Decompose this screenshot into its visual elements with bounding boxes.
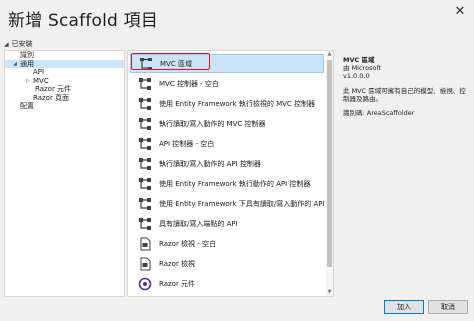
tree-item-label: Razor 元件 xyxy=(35,85,72,93)
controller-icon xyxy=(139,77,151,90)
tree-item-api[interactable]: API xyxy=(5,68,124,77)
template-item[interactable]: 執行讀取/寫入動作的 MVC 控制器 xyxy=(130,114,324,133)
tree-item-label: 配置 xyxy=(20,102,34,110)
template-label: 執行讀取/寫入動作的 API 控制器 xyxy=(159,159,261,168)
razor-view-icon xyxy=(140,237,151,250)
tree-item-label: API xyxy=(33,68,45,76)
template-item[interactable]: 具有讀取/寫入端點的 API xyxy=(130,214,324,233)
collapsed-triangle-icon[interactable]: ▷ xyxy=(26,77,30,86)
detail-name: MVC 區域 xyxy=(343,56,375,64)
tree-item-label: MVC xyxy=(33,76,49,85)
controller-icon xyxy=(139,137,151,150)
template-item[interactable]: MVC 控制器 - 空白 xyxy=(130,74,324,93)
template-label: 使用 Entity Framework 執行檢視的 MVC 控制器 xyxy=(159,99,316,108)
detail-author: 由 Microsoft xyxy=(343,64,382,73)
template-label: API 控制器 - 空白 xyxy=(159,139,215,148)
controller-icon xyxy=(139,217,151,230)
template-item[interactable]: 使用 Entity Framework 執行動作的 API 控制器 xyxy=(130,174,324,193)
detail-description: 此 MVC 區域可擁有自己的模型、檢視、控制器及路由。 xyxy=(343,86,466,103)
tree-item-label: 通用 xyxy=(20,59,34,68)
collapse-triangle-icon: ◢ xyxy=(4,40,9,48)
tree-item-label: Razor 頁面 xyxy=(33,93,70,102)
razor-component-icon xyxy=(138,277,152,290)
controller-icon xyxy=(139,157,151,170)
template-item[interactable]: MVC 區域 xyxy=(130,54,324,73)
detail-version: v1.0.0.0 xyxy=(343,72,370,81)
template-item[interactable]: 執行讀取/寫入動作的 API 控制器 xyxy=(130,154,324,173)
controller-icon xyxy=(139,197,151,210)
razor-view-icon xyxy=(140,257,151,270)
template-label: MVC 區域 xyxy=(160,59,192,68)
close-icon[interactable]: ✕ xyxy=(452,4,468,20)
template-label: 執行讀取/寫入動作的 MVC 控制器 xyxy=(159,119,266,128)
mvc-area-icon xyxy=(140,57,152,70)
controller-icon xyxy=(139,97,151,110)
template-item[interactable]: Razor 檢視 xyxy=(130,254,324,273)
controller-icon xyxy=(139,177,151,190)
template-item[interactable]: 使用 Entity Framework 下具有讀取/寫入動作的 API 控制器 xyxy=(130,194,324,213)
installed-label: 已安裝 xyxy=(11,40,33,48)
tree-item-config[interactable]: 配置 xyxy=(5,102,124,111)
scroll-up-arrow-icon[interactable]: ▲ xyxy=(326,51,333,58)
template-item[interactable]: Razor 檢視 - 空白 xyxy=(130,234,324,253)
tree-item-label: 識別 xyxy=(20,51,34,59)
template-label: Razor 檢視 xyxy=(159,259,196,268)
cancel-button[interactable]: 取消 xyxy=(428,300,468,314)
template-label: 使用 Entity Framework 執行動作的 API 控制器 xyxy=(159,179,311,188)
tree-item-common[interactable]: ◢ 通用 xyxy=(5,59,124,69)
scrollbar-thumb[interactable] xyxy=(327,60,332,267)
scroll-down-arrow-icon[interactable]: ▼ xyxy=(326,289,333,296)
installed-header[interactable]: ◢ 已安裝 xyxy=(4,39,33,49)
template-list-scrollbar[interactable]: ▲ ▼ xyxy=(326,51,333,296)
tree-item-mvc[interactable]: ▷ MVC xyxy=(5,77,124,86)
template-item[interactable]: API 控制器 - 空白 xyxy=(130,134,324,153)
template-label: 具有讀取/寫入端點的 API xyxy=(159,219,238,228)
template-details: MVC 區域 由 Microsoft v1.0.0.0 此 MVC 區域可擁有自… xyxy=(343,56,471,117)
tree-item-identity[interactable]: 識別 xyxy=(5,51,124,60)
category-tree: 識別 ◢ 通用 API ▷ MVC Razor 元件 Razor 頁面 配置 xyxy=(5,51,124,111)
template-label: 使用 Entity Framework 下具有讀取/寫入動作的 API 控制器 xyxy=(159,199,324,208)
tree-item-razor-page[interactable]: Razor 頁面 xyxy=(5,94,124,103)
expanded-triangle-icon[interactable]: ◢ xyxy=(13,60,17,69)
template-label: Razor 檢視 - 空白 xyxy=(159,239,217,248)
tree-item-razor-component[interactable]: Razor 元件 xyxy=(5,85,124,94)
category-tree-panel: 識別 ◢ 通用 API ▷ MVC Razor 元件 Razor 頁面 配置 xyxy=(4,50,125,297)
template-item[interactable]: 使用 Entity Framework 執行檢視的 MVC 控制器 xyxy=(130,94,324,113)
template-item[interactable]: Razor 元件 xyxy=(130,274,324,293)
template-label: MVC 控制器 - 空白 xyxy=(159,79,219,88)
add-button[interactable]: 加入 xyxy=(384,300,424,314)
controller-icon xyxy=(139,117,151,130)
template-label: Razor 元件 xyxy=(159,279,196,288)
template-list: MVC 區域 MVC 控制器 - 空白 使用 Entity Framework … xyxy=(127,50,334,297)
dialog-title: 新增 Scaffold 項目 xyxy=(8,11,159,31)
detail-id: 識別碼: AreaScaffolder xyxy=(343,109,415,118)
